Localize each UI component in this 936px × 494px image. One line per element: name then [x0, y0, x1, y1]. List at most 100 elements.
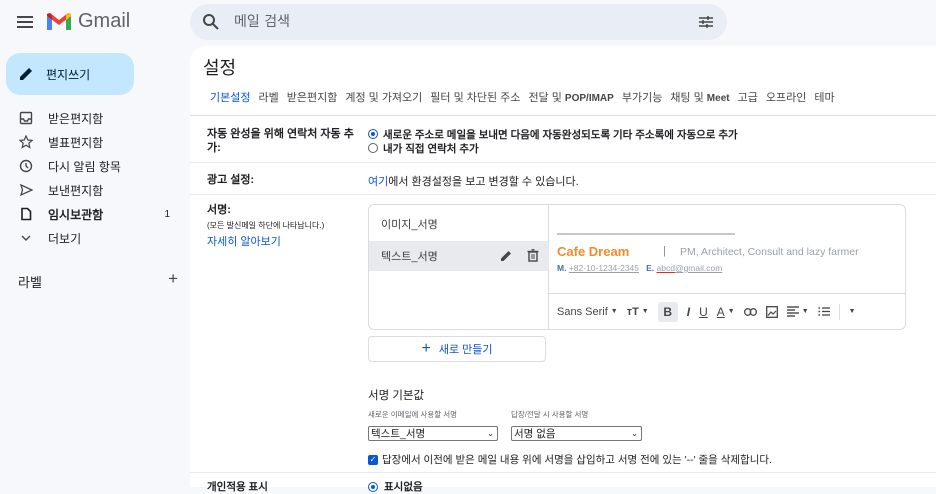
italic-button[interactable]: I: [687, 305, 690, 319]
text-color-button[interactable]: A ▼: [717, 305, 735, 319]
image-button[interactable]: [765, 305, 778, 318]
top-bar: Gmail: [0, 0, 936, 46]
email-domain[interactable]: @gmail.com: [675, 263, 722, 273]
signature-name: Cafe Dream: [557, 244, 630, 259]
numbered-list-button[interactable]: [817, 306, 830, 317]
learn-more-link[interactable]: 자세히 알아보기: [207, 233, 281, 249]
settings-tabs: 기본설정 라벨 받은편지함 계정 및 가져오기 필터 및 차단된 주소 전달 및…: [190, 86, 936, 116]
sidebar-item-inbox[interactable]: 받은편지함: [0, 106, 190, 130]
radio-selected[interactable]: [368, 129, 378, 139]
main-menu-icon[interactable]: [14, 11, 36, 33]
sidebar-item-snoozed[interactable]: 다시 알림 항목: [0, 154, 190, 178]
checkbox-checked[interactable]: ✓: [368, 454, 378, 465]
mobile-key: M.: [557, 263, 567, 273]
text-size-icon: тT: [626, 305, 639, 318]
email-key: E.: [646, 263, 655, 273]
insert-signature-option[interactable]: ✓ 답장에서 이전에 받은 메일 내용 위에 서명을 삽입하고 서명 전에 있는…: [368, 452, 772, 467]
tab-accounts[interactable]: 계정 및 가져오기: [341, 86, 426, 116]
align-button[interactable]: ▼: [786, 306, 809, 317]
autocomplete-option-manual[interactable]: 내가 직접 연락처 추가: [368, 141, 738, 155]
tab-forwarding[interactable]: 전달 및 POP/IMAP: [524, 86, 617, 116]
font-size-button[interactable]: тT ▼: [627, 306, 649, 318]
pencil-icon: [20, 68, 32, 80]
sidebar-item-label: 보낸편지함: [48, 183, 104, 198]
new-mail-signature-value: 텍스트_서명: [371, 428, 426, 440]
ads-label: 광고 설정:: [207, 174, 255, 186]
align-left-icon: [786, 306, 799, 317]
email-user[interactable]: abcd: [657, 263, 675, 273]
search-bar[interactable]: [190, 4, 727, 40]
delete-icon[interactable]: [527, 249, 539, 262]
tab-themes[interactable]: 테마: [810, 86, 838, 116]
app-name: Gmail: [78, 10, 131, 32]
caret-down-icon: ▼: [610, 308, 618, 315]
gmail-logo[interactable]: Gmail: [46, 10, 130, 33]
text-color-icon: A: [716, 304, 725, 319]
reply-signature-select[interactable]: 서명 없음 ⌄: [511, 426, 642, 441]
ads-settings-link[interactable]: 여기: [368, 176, 388, 188]
radio-unselected[interactable]: [368, 143, 378, 153]
toolbar-divider: [838, 303, 840, 320]
tab-advanced[interactable]: 고급: [734, 86, 762, 116]
search-options-icon[interactable]: [698, 14, 714, 30]
section-divider: [190, 472, 936, 473]
caret-down-icon: ▼: [727, 308, 735, 315]
ads-description: 에서 환경설정을 보고 변경할 수 있습니다.: [388, 176, 579, 188]
tab-forwarding-pop: POP/IMAP: [564, 93, 614, 104]
sidebar: 편지쓰기 받은편지함 별표편지함 다시 알림 항목 보낸편지함 임시보관함 1 …: [0, 46, 190, 487]
signature-item-image[interactable]: 이미지_서명: [369, 209, 549, 239]
signature-item-text[interactable]: 텍스트_서명: [369, 241, 549, 271]
signature-divider-bar: [557, 233, 735, 235]
labels-section: 라벨 +: [18, 270, 178, 291]
signature-list: 이미지_서명 텍스트_서명: [369, 205, 549, 329]
autocomplete-option-auto[interactable]: 새로운 주소로 메일을 보내면 다음에 자동완성되도록 기타 주소록에 자동으로…: [368, 127, 738, 141]
sidebar-item-starred[interactable]: 별표편지함: [0, 130, 190, 154]
image-icon: [765, 305, 778, 318]
new-mail-signature-label: 새로운 이메일에 사용할 서명: [368, 410, 458, 419]
sidebar-item-label: 임시보관함: [48, 207, 104, 222]
chevron-down-icon: ⌄: [631, 429, 638, 438]
autocomplete-row: 자동 완성을 위해 연락처 자동 추가: 새로운 주소로 메일을 보내면 다음에…: [190, 119, 936, 163]
add-label-icon[interactable]: +: [168, 270, 178, 291]
signature-item-label: 텍스트_서명: [381, 251, 438, 263]
ads-text: 여기에서 환경설정을 보고 변경할 수 있습니다.: [368, 173, 579, 189]
underline-button[interactable]: U: [699, 305, 708, 319]
sidebar-item-more[interactable]: 더보기: [0, 226, 190, 250]
search-icon[interactable]: [202, 13, 220, 31]
star-icon: [18, 134, 34, 150]
tab-labels[interactable]: 라벨: [254, 86, 282, 116]
sidebar-item-sent[interactable]: 보낸편지함: [0, 178, 190, 202]
create-signature-button[interactable]: + 새로 만들기: [368, 336, 546, 362]
tab-offline[interactable]: 오프라인: [762, 86, 810, 116]
tab-general[interactable]: 기본설정: [206, 86, 254, 116]
insert-signature-label: 답장에서 이전에 받은 메일 내용 위에 서명을 삽입하고 서명 전에 있는 '…: [382, 454, 772, 466]
more-formatting-button[interactable]: ▼: [849, 308, 856, 315]
tab-inbox[interactable]: 받은편지함: [283, 86, 342, 116]
bold-button[interactable]: B: [657, 301, 678, 322]
search-input[interactable]: [234, 4, 664, 40]
tab-addons[interactable]: 부가기능: [618, 86, 666, 116]
numbered-list-icon: [817, 307, 830, 316]
tab-meet-label: Meet: [706, 93, 730, 104]
new-mail-signature-select[interactable]: 텍스트_서명 ⌄: [368, 426, 498, 441]
link-button[interactable]: [743, 307, 757, 316]
signature-role: PM, Architect, Consult and lazy farmer: [680, 246, 859, 258]
send-icon: [18, 182, 34, 198]
tab-filters[interactable]: 필터 및 차단된 주소: [426, 86, 524, 116]
sidebar-item-label: 더보기: [48, 231, 82, 246]
sidebar-item-label: 다시 알림 항목: [48, 159, 121, 174]
format-toolbar: Sans Serif ▼ тT ▼ B I U A ▼ ▼ ▼: [549, 293, 905, 329]
clock-icon: [18, 158, 34, 174]
tab-forwarding-label: 전달 및: [528, 92, 562, 104]
font-family-select[interactable]: Sans Serif ▼: [557, 306, 618, 318]
chevron-down-icon: ⌄: [487, 429, 494, 438]
sidebar-item-drafts[interactable]: 임시보관함 1: [0, 202, 190, 226]
mobile-number[interactable]: +82-10-1234-2345: [569, 263, 639, 273]
signature-editor[interactable]: Cafe Dream | PM, Architect, Consult and …: [549, 205, 905, 329]
tab-chat-meet[interactable]: 채팅 및 Meet: [666, 86, 733, 116]
gmail-m-icon: [47, 12, 71, 30]
tab-chat-label: 채팅 및: [670, 92, 704, 104]
compose-button[interactable]: 편지쓰기: [6, 53, 134, 95]
edit-icon[interactable]: [500, 249, 513, 262]
drafts-count: 1: [164, 208, 170, 220]
